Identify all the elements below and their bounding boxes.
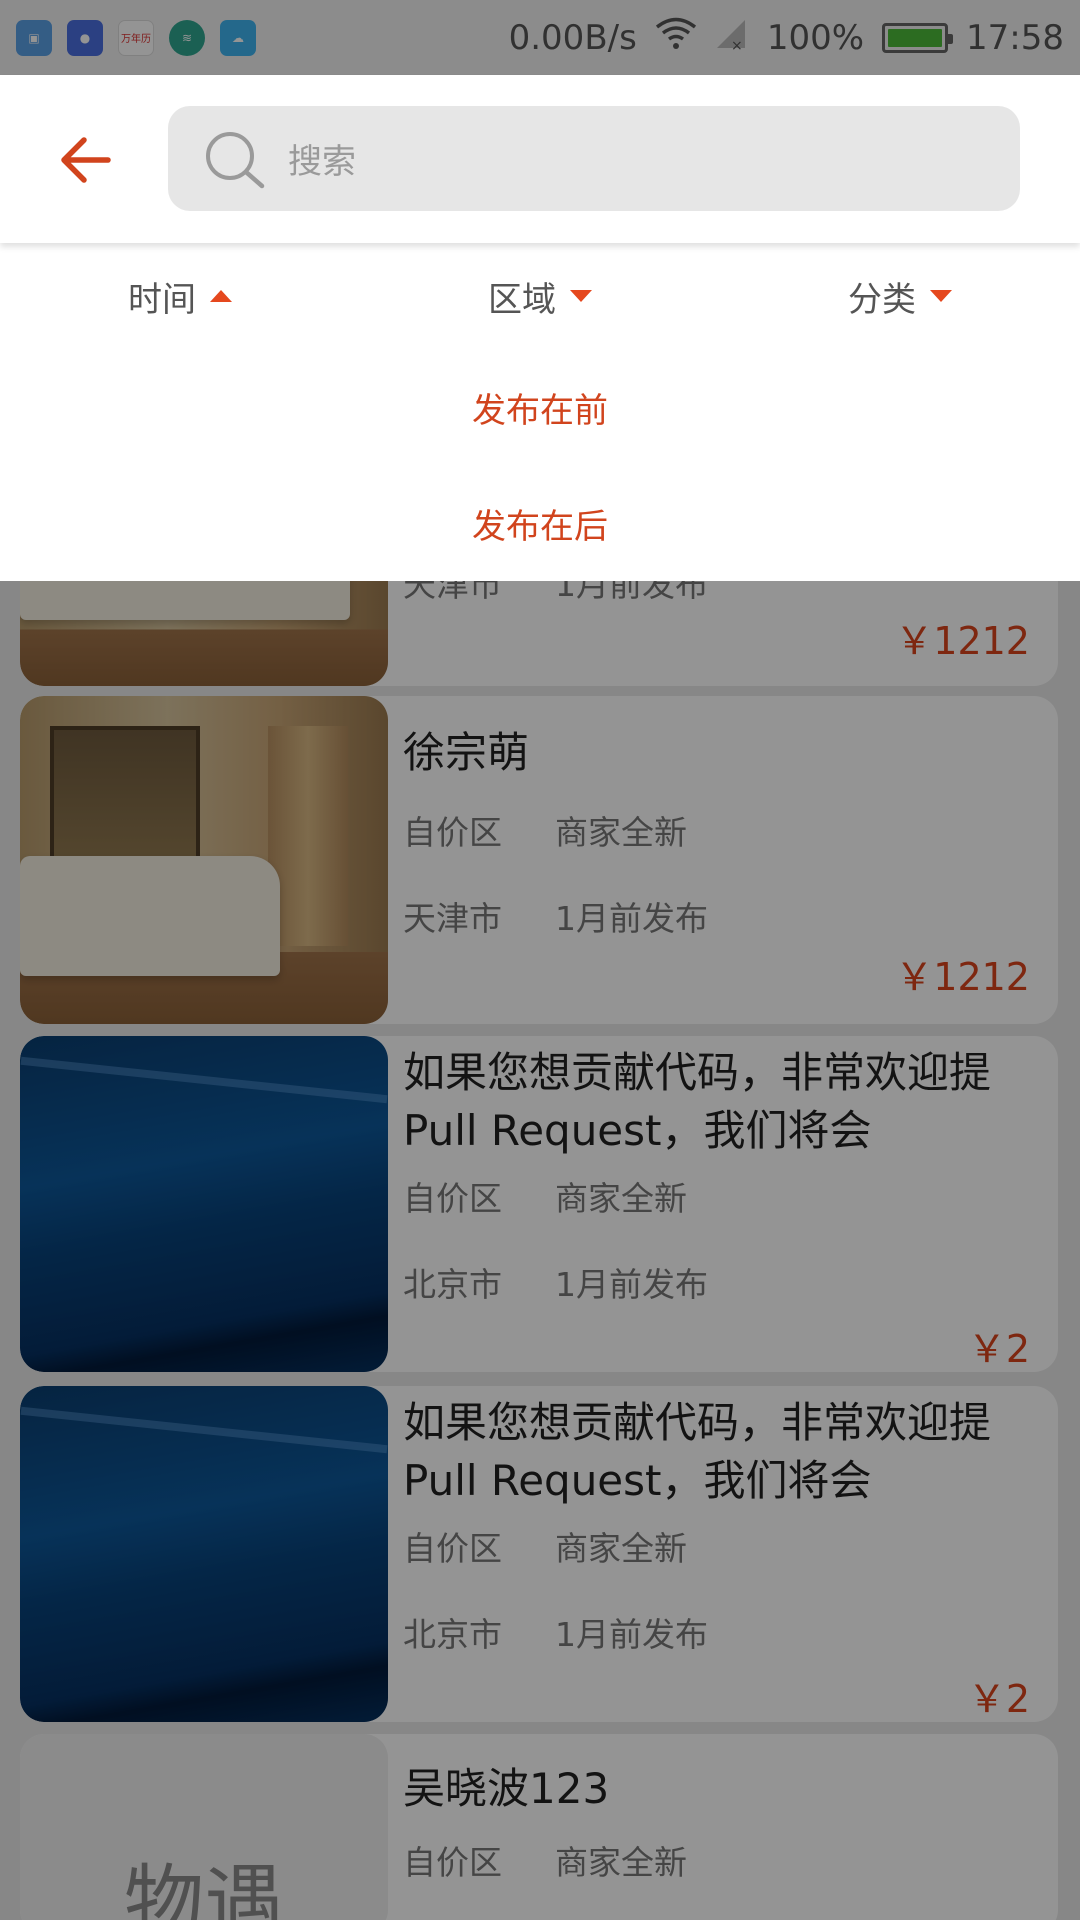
filter-panel: 时间 区域 分类 发布在前 发布在后 xyxy=(0,243,1080,581)
search-input[interactable]: 搜索 xyxy=(168,106,1020,211)
filter-tab-area[interactable]: 区域 xyxy=(360,243,720,349)
sort-option-oldest-first[interactable]: 发布在后 xyxy=(0,465,1080,581)
filter-tab-label: 区域 xyxy=(488,279,556,320)
sort-option-newest-first[interactable]: 发布在前 xyxy=(0,349,1080,465)
top-app-bar: 搜索 xyxy=(0,75,1080,243)
filter-tabs: 时间 区域 分类 xyxy=(0,243,1080,349)
search-icon xyxy=(206,131,265,188)
back-button[interactable] xyxy=(50,125,120,195)
search-placeholder: 搜索 xyxy=(288,142,356,182)
caret-down-icon xyxy=(570,290,592,302)
filter-tab-label: 分类 xyxy=(848,279,916,320)
filter-tab-category[interactable]: 分类 xyxy=(720,243,1080,349)
filter-tab-time[interactable]: 时间 xyxy=(0,243,360,349)
arrow-left-icon xyxy=(61,137,111,183)
filter-tab-label: 时间 xyxy=(128,279,196,320)
caret-up-icon xyxy=(210,290,232,302)
caret-down-icon xyxy=(930,290,952,302)
